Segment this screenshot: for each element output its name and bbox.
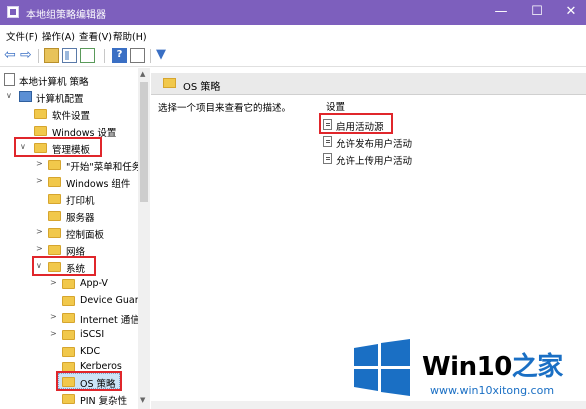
menu-bar: 文件(F) 操作(A) 查看(V) 帮助(H) <box>0 25 586 45</box>
folder-icon <box>34 126 47 136</box>
folder-icon <box>62 330 75 340</box>
policy-setting-icon <box>323 153 332 164</box>
maximize-button[interactable]: ☐ <box>522 2 552 22</box>
toolbar-separator <box>104 49 105 63</box>
folder-icon <box>62 296 75 306</box>
chevron-right-icon[interactable]: > <box>50 312 58 321</box>
title-bar: 本地组策略编辑器 — ☐ ✕ <box>0 0 586 25</box>
folder-icon <box>48 245 61 255</box>
document-icon <box>4 73 15 86</box>
chevron-right-icon[interactable]: > <box>36 159 44 168</box>
show-hide-tree-icon[interactable] <box>62 48 77 63</box>
enable-activity-highlight-box <box>319 113 393 134</box>
chevron-right-icon[interactable]: > <box>36 244 44 253</box>
toolbar: ⇦ ⇨ ? ▼ <box>0 45 586 67</box>
up-folder-icon[interactable] <box>44 48 59 63</box>
policy-setting-icon <box>323 136 332 147</box>
tree-scrollbar[interactable]: ▲ ▼ <box>138 68 150 409</box>
menu-action[interactable]: 操作(A) <box>42 29 75 43</box>
back-icon[interactable]: ⇦ <box>4 48 19 63</box>
watermark: Win10之家 www.win10xitong.com <box>352 338 586 409</box>
help-icon[interactable]: ? <box>112 48 127 63</box>
tree-scroll-thumb[interactable] <box>140 82 148 202</box>
close-button[interactable]: ✕ <box>556 2 586 22</box>
settings-column-header[interactable]: 设置 <box>326 99 345 113</box>
folder-icon <box>62 313 75 323</box>
scroll-up-icon[interactable]: ▲ <box>140 70 145 78</box>
minimize-button[interactable]: — <box>486 2 516 22</box>
folder-icon <box>48 228 61 238</box>
menu-view[interactable]: 查看(V) <box>79 29 112 43</box>
details-header-label: OS 策略 <box>183 82 221 93</box>
description-text: 选择一个项目来查看它的描述。 <box>158 103 292 114</box>
chevron-right-icon[interactable]: > <box>50 278 58 287</box>
window-title: 本地组策略编辑器 <box>26 10 106 21</box>
details-header: OS 策略 <box>151 73 586 95</box>
folder-icon <box>163 78 176 88</box>
folder-icon <box>62 347 75 357</box>
chevron-right-icon[interactable]: > <box>36 176 44 185</box>
computer-icon <box>19 91 32 102</box>
toolbar-separator <box>150 49 151 63</box>
system-highlight-box <box>32 256 96 276</box>
watermark-brand: Win10之家 <box>422 352 563 382</box>
folder-icon <box>48 177 61 187</box>
watermark-url: www.win10xitong.com <box>430 384 555 397</box>
chevron-down-icon[interactable]: ∨ <box>6 91 14 100</box>
toolbar-separator <box>38 49 39 63</box>
folder-icon <box>34 109 47 119</box>
forward-icon[interactable]: ⇨ <box>20 48 35 63</box>
view-icon[interactable] <box>130 48 145 63</box>
folder-icon <box>62 394 75 404</box>
windows-logo-icon <box>354 339 410 396</box>
app-icon <box>7 6 19 18</box>
folder-icon <box>48 211 61 221</box>
admin-templates-highlight-box <box>14 137 102 157</box>
scroll-down-icon[interactable]: ▼ <box>140 396 145 404</box>
filter-icon[interactable]: ▼ <box>156 48 171 63</box>
menu-file[interactable]: 文件(F) <box>6 29 38 43</box>
export-list-icon[interactable] <box>80 48 95 63</box>
chevron-right-icon[interactable]: > <box>36 227 44 236</box>
folder-icon <box>48 194 61 204</box>
os-policy-highlight-box <box>56 371 122 391</box>
folder-icon <box>62 279 75 289</box>
folder-icon <box>48 160 61 170</box>
menu-help[interactable]: 帮助(H) <box>113 29 147 43</box>
chevron-right-icon[interactable]: > <box>50 329 58 338</box>
